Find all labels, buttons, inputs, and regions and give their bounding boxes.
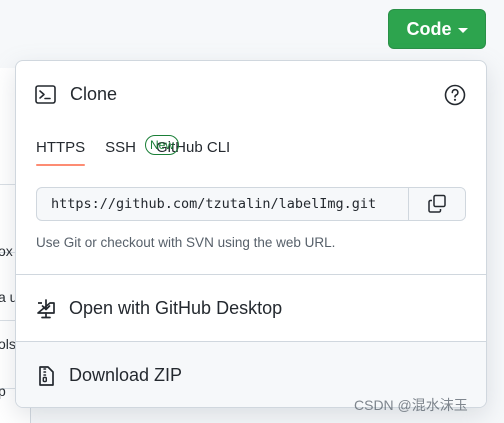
list-item: ols bbox=[0, 336, 16, 352]
code-dropdown-panel: Clone HTTPS SSH GitHub CLI New Us bbox=[15, 60, 487, 408]
file-zip-icon bbox=[39, 365, 54, 386]
code-button-label: Code bbox=[406, 18, 452, 39]
copy-button[interactable] bbox=[408, 188, 465, 220]
tab-ssh[interactable]: SSH bbox=[105, 138, 136, 166]
list-item: p bbox=[0, 383, 6, 399]
open-github-desktop-button[interactable]: Open with GitHub Desktop bbox=[16, 274, 486, 342]
clone-title: Clone bbox=[70, 84, 118, 104]
clone-section: Clone HTTPS SSH GitHub CLI New Us bbox=[16, 61, 486, 274]
clone-url-group bbox=[36, 187, 466, 221]
clone-url-input[interactable] bbox=[37, 188, 408, 220]
terminal-icon bbox=[35, 85, 56, 104]
list-item: ox bbox=[0, 243, 13, 259]
question-icon[interactable] bbox=[444, 84, 466, 106]
caret-down-icon bbox=[457, 27, 468, 33]
desktop-download-icon bbox=[37, 298, 55, 318]
clone-hint: Use Git or checkout with SVN using the w… bbox=[36, 235, 336, 250]
download-zip-label: Download ZIP bbox=[69, 365, 183, 385]
new-badge: New bbox=[145, 135, 180, 155]
tab-https[interactable]: HTTPS bbox=[36, 138, 86, 166]
code-button[interactable]: Code bbox=[388, 9, 486, 49]
tab-github-cli-wrap: GitHub CLI New bbox=[145, 135, 230, 166]
clone-header: Clone bbox=[35, 84, 117, 105]
open-github-desktop-label: Open with GitHub Desktop bbox=[69, 298, 283, 318]
watermark: CSDN @混水沫玉 bbox=[354, 397, 468, 413]
clone-tabs: HTTPS SSH GitHub CLI New bbox=[36, 135, 230, 166]
copy-icon bbox=[428, 194, 446, 213]
